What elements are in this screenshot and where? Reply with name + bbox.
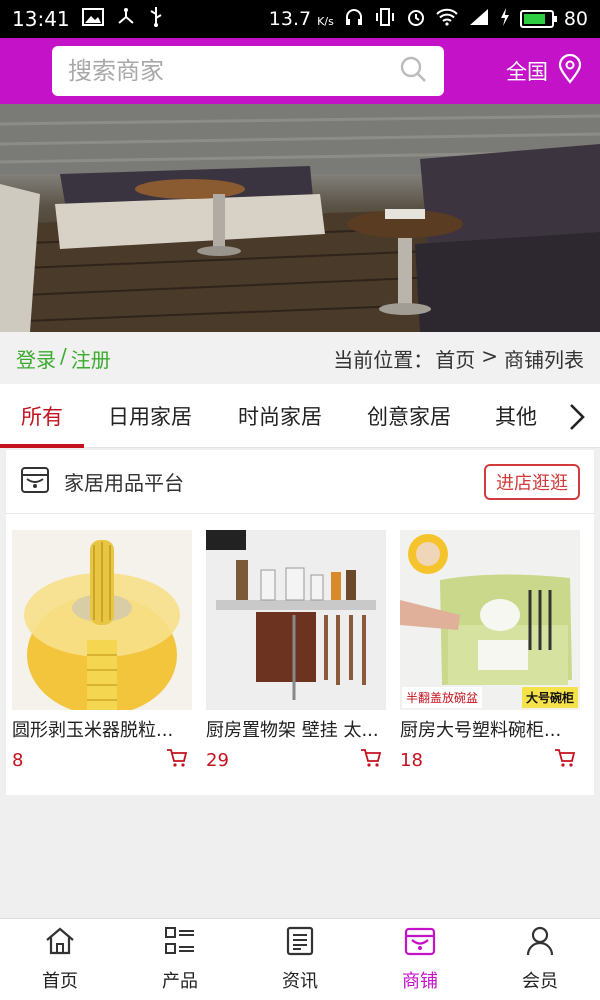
bottom-navigation: 首页 产品 资讯 商铺 会员: [0, 918, 600, 1000]
product-price: 29: [206, 749, 229, 771]
product-item[interactable]: 厨房置物架 壁挂 太... 29: [206, 530, 386, 772]
tab-fashion-home[interactable]: 时尚家居: [216, 384, 344, 448]
product-title[interactable]: 厨房大号塑料碗柜...: [400, 716, 580, 742]
category-tabs: 所有 日用家居 时尚家居 创意家居 其他: [0, 384, 600, 448]
breadcrumb-arrow: >: [481, 343, 498, 368]
breadcrumb-current: 商铺列表: [504, 347, 584, 372]
cart-icon[interactable]: [554, 748, 576, 772]
search-input[interactable]: [68, 57, 398, 85]
nav-member-label: 会员: [522, 971, 558, 992]
product-image[interactable]: 半翻盖放碗盆 大号碗柜: [400, 530, 580, 710]
nav-products-label: 产品: [162, 971, 198, 992]
product-item[interactable]: 圆形剥玉米器脱粒... 8: [12, 530, 192, 772]
nav-news-label: 资讯: [282, 971, 318, 992]
battery-percent: 80: [563, 8, 588, 30]
tab-other[interactable]: 其他: [474, 384, 558, 448]
product-title[interactable]: 厨房置物架 壁挂 太...: [206, 716, 386, 742]
region-selector[interactable]: 全国: [506, 53, 584, 89]
store-icon: [404, 926, 436, 961]
share-icon: [116, 7, 136, 32]
nav-shops-label: 商铺: [402, 971, 438, 992]
shop-card: 家居用品平台 进店逛逛 圆形剥玉米器脱粒... 8 厨房置物架 壁挂 太... …: [6, 450, 594, 795]
visit-shop-button[interactable]: 进店逛逛: [484, 463, 580, 500]
alarm-icon: [406, 7, 426, 32]
headphones-icon: [344, 7, 364, 32]
product-price: 18: [400, 749, 423, 771]
nav-home[interactable]: 首页: [0, 919, 120, 1000]
cart-icon[interactable]: [166, 748, 188, 772]
image-icon: [81, 7, 104, 31]
tab-daily-home[interactable]: 日用家居: [84, 384, 216, 448]
auth-links: 登录 / 注册: [16, 344, 111, 373]
banner-image[interactable]: [0, 104, 600, 332]
product-item[interactable]: 半翻盖放碗盆 大号碗柜 厨房大号塑料碗柜... 18: [400, 530, 580, 772]
tab-creative-home[interactable]: 创意家居: [344, 384, 474, 448]
nav-news[interactable]: 资讯: [240, 919, 360, 1000]
auth-separator: /: [60, 343, 67, 368]
shop-name: 家居用品平台: [64, 471, 184, 495]
product-badge-right: 大号碗柜: [521, 687, 578, 708]
header-bar: 全国: [0, 38, 600, 104]
vibrate-icon: [374, 7, 396, 32]
region-label: 全国: [506, 60, 548, 84]
cart-icon[interactable]: [360, 748, 382, 772]
register-link[interactable]: 注册: [71, 344, 111, 373]
nav-home-label: 首页: [42, 971, 78, 992]
login-link[interactable]: 登录: [16, 344, 56, 373]
breadcrumb: 当前位置： 首页 > 商铺列表: [333, 344, 584, 373]
product-image[interactable]: [206, 530, 386, 710]
shop-icon: [20, 465, 50, 499]
nav-shops[interactable]: 商铺: [360, 919, 480, 1000]
status-bar: 13:41 13.7 K/s 80: [0, 0, 600, 38]
shop-header: 家居用品平台 进店逛逛: [6, 450, 594, 514]
wifi-icon: [436, 8, 458, 31]
network-speed: 13.7 K/s: [268, 8, 334, 30]
charging-icon: [500, 7, 510, 31]
product-price: 8: [12, 749, 24, 771]
signal-4g-icon: [468, 7, 490, 32]
user-icon: [525, 926, 555, 961]
breadcrumb-home[interactable]: 首页: [435, 344, 475, 373]
chevron-right-icon[interactable]: [568, 402, 586, 436]
nav-member[interactable]: 会员: [480, 919, 600, 1000]
product-image[interactable]: [12, 530, 192, 710]
breadcrumb-label: 当前位置：: [333, 347, 434, 372]
product-list: 圆形剥玉米器脱粒... 8 厨房置物架 壁挂 太... 29 半翻盖放碗盆 大号…: [12, 530, 580, 772]
usb-icon: [148, 6, 164, 33]
nav-products[interactable]: 产品: [120, 919, 240, 1000]
search-box[interactable]: [52, 46, 444, 96]
battery-icon: [519, 10, 557, 28]
product-badge-left: 半翻盖放碗盆: [402, 687, 483, 708]
product-title[interactable]: 圆形剥玉米器脱粒...: [12, 716, 192, 742]
news-icon: [285, 926, 315, 961]
tab-all[interactable]: 所有: [0, 384, 84, 448]
info-bar: 登录 / 注册 当前位置： 首页 > 商铺列表: [0, 332, 600, 384]
grid-list-icon: [164, 926, 196, 961]
yacht-deck-illustration: [0, 104, 600, 332]
location-pin-icon: [556, 53, 584, 89]
search-icon[interactable]: [398, 54, 428, 88]
status-time: 13:41: [12, 7, 70, 31]
home-icon: [44, 926, 76, 961]
